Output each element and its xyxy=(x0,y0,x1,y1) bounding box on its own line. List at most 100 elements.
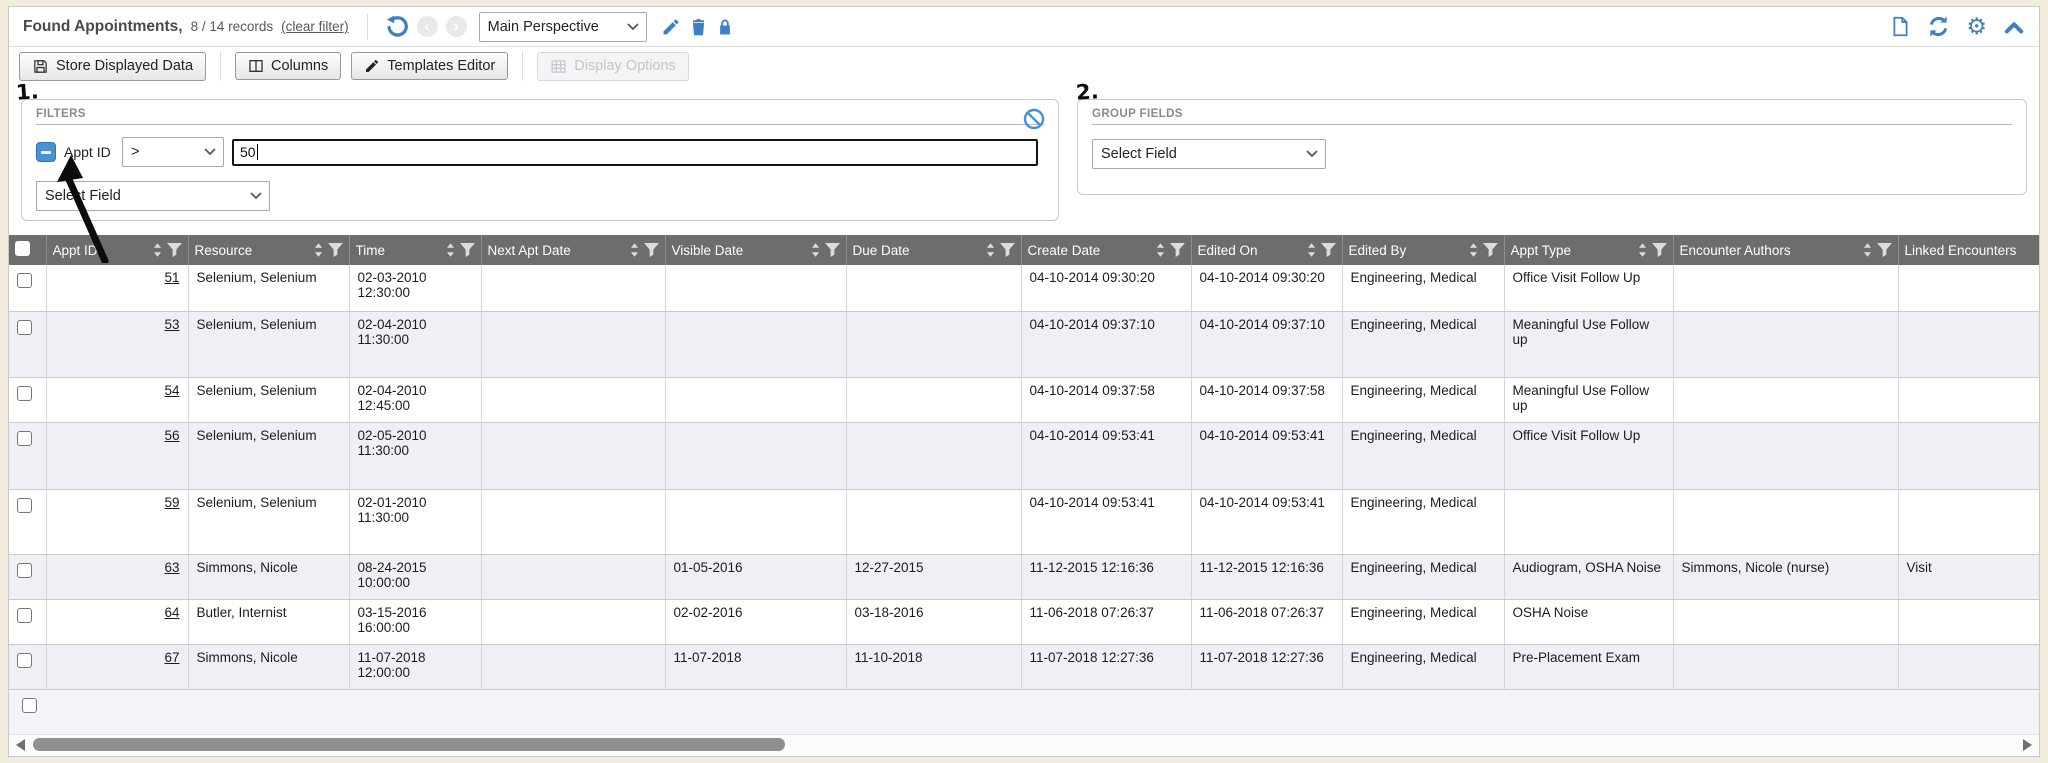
filter-funnel-icon[interactable] xyxy=(1483,243,1498,257)
filter-funnel-icon[interactable] xyxy=(1170,243,1185,257)
header-checkbox-cell xyxy=(9,235,46,265)
annotation-step2: 2. xyxy=(1075,79,1099,105)
scroll-right-icon[interactable] xyxy=(2023,739,2032,751)
clear-all-filters-icon[interactable] xyxy=(1022,107,1046,131)
appt-id-link[interactable]: 56 xyxy=(164,428,179,443)
appt-id-link[interactable]: 67 xyxy=(164,650,179,665)
gear-icon[interactable]: ⚙ xyxy=(1966,15,1987,38)
sort-icon[interactable] xyxy=(986,243,995,257)
column-header[interactable]: Next Apt Date xyxy=(481,235,665,265)
perspective-select[interactable]: Main Perspective xyxy=(479,12,647,42)
filter-funnel-icon[interactable] xyxy=(1321,243,1336,257)
appt-id-link[interactable]: 59 xyxy=(164,495,179,510)
config-row: 1. FILTERS Appt ID > xyxy=(9,85,2039,221)
sort-icon[interactable] xyxy=(153,243,162,257)
column-header[interactable]: Linked Encounters xyxy=(1898,235,2039,265)
add-filter-row: Select Field xyxy=(36,181,1044,211)
row-checkbox[interactable] xyxy=(17,386,32,401)
due-date-cell: 12-27-2015 xyxy=(846,554,1021,599)
row-checkbox[interactable] xyxy=(17,273,32,288)
delete-perspective-icon[interactable] xyxy=(689,17,708,37)
sort-icon[interactable] xyxy=(811,243,820,257)
row-checkbox[interactable] xyxy=(17,320,32,335)
row-checkbox[interactable] xyxy=(17,608,32,623)
row-checkbox[interactable] xyxy=(17,653,32,668)
column-header[interactable]: Create Date xyxy=(1021,235,1191,265)
sort-icon[interactable] xyxy=(1469,243,1478,257)
collapse-panel-icon[interactable] xyxy=(2003,18,2025,36)
table-row: 51 Selenium, Selenium 02-03-2010 12:30:0… xyxy=(9,265,2039,311)
appt-id-cell: 64 xyxy=(46,599,188,644)
sort-icon[interactable] xyxy=(1863,243,1872,257)
appt-type-cell: Meaningful Use Follow up xyxy=(1504,311,1673,377)
appt-id-link[interactable]: 51 xyxy=(164,270,179,285)
footer-checkbox[interactable] xyxy=(22,698,37,713)
filter-value-input[interactable]: 50 xyxy=(232,139,1038,166)
appt-id-link[interactable]: 63 xyxy=(164,560,179,575)
sort-icon[interactable] xyxy=(1156,243,1165,257)
column-header[interactable]: Edited By xyxy=(1342,235,1504,265)
group-field-select[interactable]: Select Field xyxy=(1092,139,1326,169)
row-checkbox[interactable] xyxy=(17,563,32,578)
scrollbar-thumb[interactable] xyxy=(33,738,785,751)
templates-editor-button[interactable]: Templates Editor xyxy=(351,52,508,80)
filter-funnel-icon[interactable] xyxy=(825,243,840,257)
sort-icon[interactable] xyxy=(1307,243,1316,257)
columns-button[interactable]: Columns xyxy=(235,52,341,80)
table-row: 53 Selenium, Selenium 02-04-2010 11:30:0… xyxy=(9,311,2039,377)
add-filter-field-select[interactable]: Select Field xyxy=(36,181,270,211)
store-displayed-data-button[interactable]: Store Displayed Data xyxy=(19,52,206,81)
filter-operator-select[interactable]: > xyxy=(122,137,224,167)
appt-type-cell: Pre-Placement Exam xyxy=(1504,644,1673,689)
clear-filter-link[interactable]: (clear filter) xyxy=(281,19,349,34)
filter-funnel-icon[interactable] xyxy=(328,243,343,257)
edit-perspective-icon[interactable] xyxy=(661,17,681,37)
prev-perspective-icon[interactable]: ‹ xyxy=(417,16,438,37)
sort-icon[interactable] xyxy=(446,243,455,257)
row-checkbox[interactable] xyxy=(17,431,32,446)
refresh-icon[interactable] xyxy=(1927,15,1950,38)
filter-funnel-icon[interactable] xyxy=(1000,243,1015,257)
appt-type-cell xyxy=(1504,489,1673,554)
row-checkbox-cell xyxy=(9,644,46,689)
scroll-left-icon[interactable] xyxy=(16,739,25,751)
table-row: 54 Selenium, Selenium 02-04-2010 12:45:0… xyxy=(9,377,2039,422)
undo-icon[interactable] xyxy=(386,15,409,38)
column-header[interactable]: Due Date xyxy=(846,235,1021,265)
sort-icon[interactable] xyxy=(630,243,639,257)
time-cell: 02-04-2010 12:45:00 xyxy=(349,377,481,422)
row-checkbox[interactable] xyxy=(17,498,32,513)
sort-icon[interactable] xyxy=(314,243,323,257)
appt-id-link[interactable]: 54 xyxy=(164,383,179,398)
column-header[interactable]: Encounter Authors xyxy=(1673,235,1898,265)
column-header[interactable]: Resource xyxy=(188,235,349,265)
remove-filter-button[interactable] xyxy=(36,142,56,162)
appt-id-cell: 56 xyxy=(46,422,188,489)
resource-cell: Simmons, Nicole xyxy=(188,644,349,689)
visible-date-cell xyxy=(665,377,846,422)
filter-funnel-icon[interactable] xyxy=(644,243,659,257)
column-header[interactable]: Edited On xyxy=(1191,235,1342,265)
create-date-cell: 04-10-2014 09:37:58 xyxy=(1021,377,1191,422)
next-apt-date-cell xyxy=(481,489,665,554)
filter-funnel-icon[interactable] xyxy=(1652,243,1667,257)
appt-id-link[interactable]: 53 xyxy=(164,317,179,332)
lock-icon[interactable] xyxy=(716,17,734,37)
appt-id-link[interactable]: 64 xyxy=(164,605,179,620)
select-all-checkbox[interactable] xyxy=(15,241,30,256)
next-perspective-icon[interactable]: › xyxy=(446,16,467,37)
table-body: 51 Selenium, Selenium 02-03-2010 12:30:0… xyxy=(9,265,2039,689)
visible-date-cell xyxy=(665,265,846,311)
filter-funnel-icon[interactable] xyxy=(167,243,182,257)
column-header[interactable]: Visible Date xyxy=(665,235,846,265)
create-date-cell: 04-10-2014 09:37:10 xyxy=(1021,311,1191,377)
column-header[interactable]: Appt Type xyxy=(1504,235,1673,265)
column-header[interactable]: Appt ID xyxy=(46,235,188,265)
store-displayed-data-label: Store Displayed Data xyxy=(56,58,193,74)
column-header[interactable]: Time xyxy=(349,235,481,265)
new-document-icon[interactable] xyxy=(1890,15,1911,38)
sort-icon[interactable] xyxy=(1638,243,1647,257)
filter-funnel-icon[interactable] xyxy=(460,243,475,257)
edited-on-cell: 04-10-2014 09:53:41 xyxy=(1191,422,1342,489)
filter-funnel-icon[interactable] xyxy=(1877,243,1892,257)
